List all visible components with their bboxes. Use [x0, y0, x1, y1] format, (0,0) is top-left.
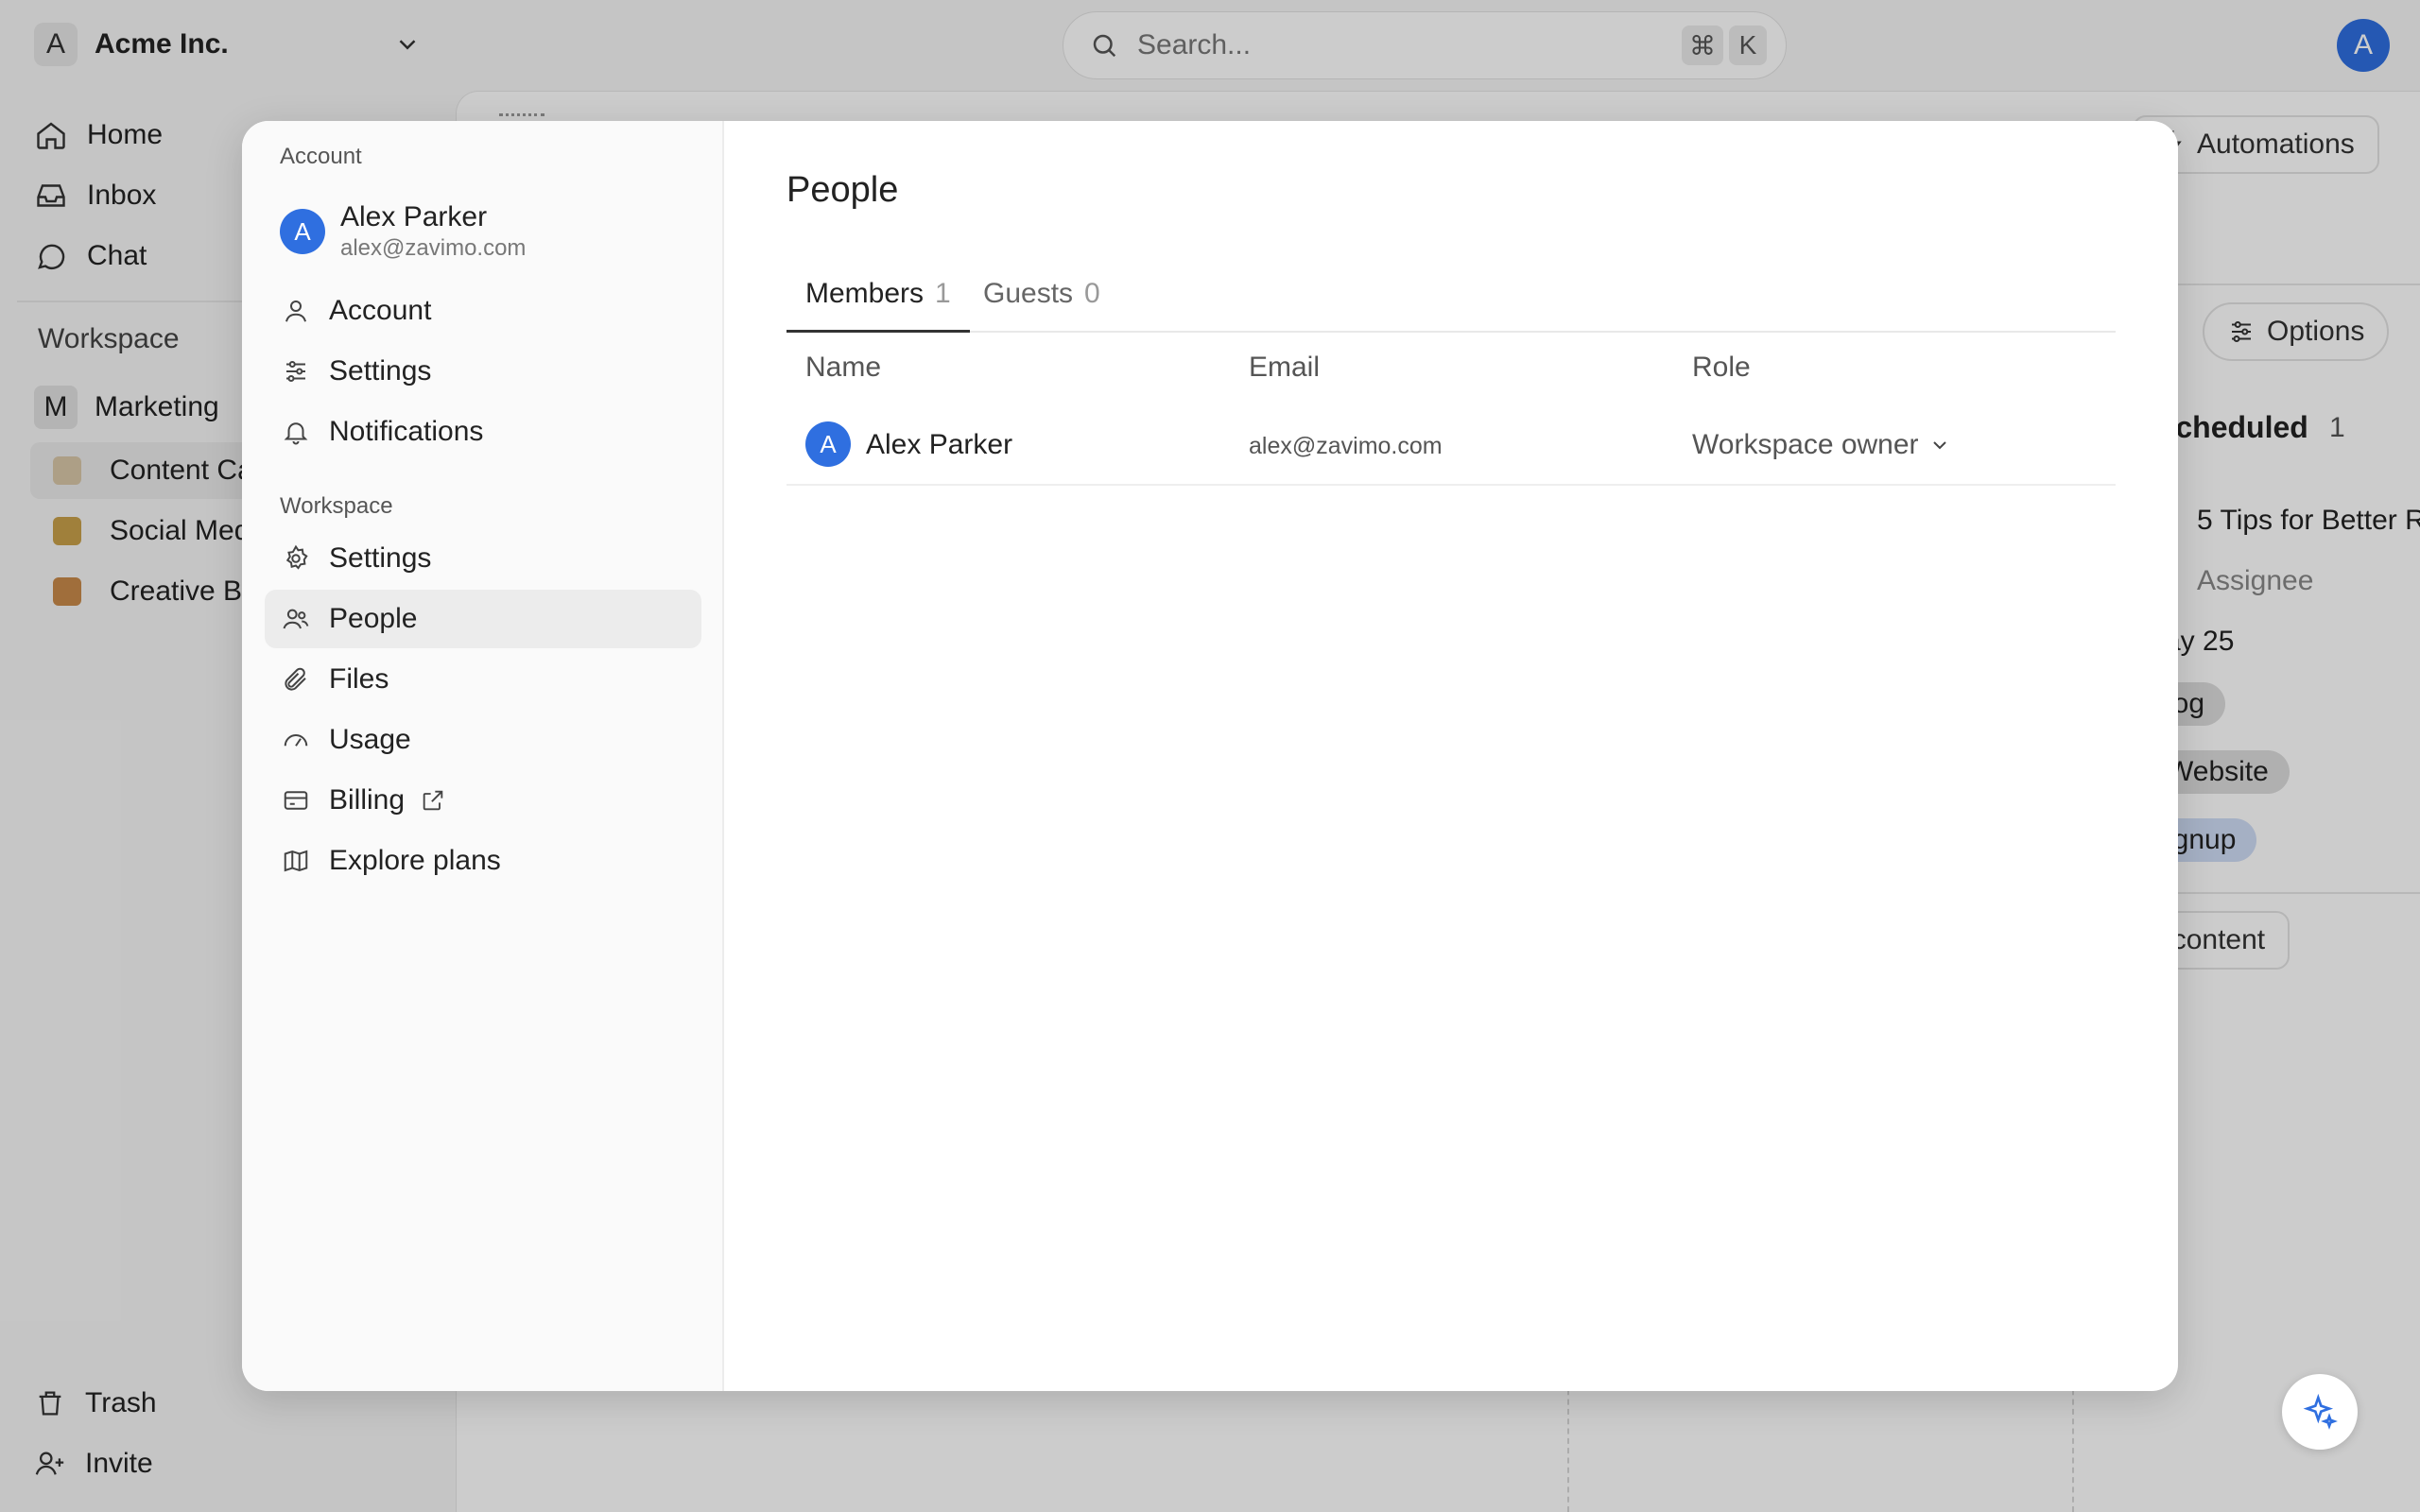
paperclip-icon — [285, 667, 306, 691]
column-header-role: Role — [1692, 352, 1751, 383]
settings-nav-people[interactable]: People — [265, 590, 701, 648]
avatar: A — [280, 209, 325, 254]
settings-nav-account[interactable]: Account — [265, 282, 701, 340]
settings-nav-label: Billing — [329, 784, 406, 816]
users-icon — [283, 609, 309, 629]
gauge-icon — [284, 734, 308, 747]
settings-nav-files[interactable]: Files — [265, 650, 701, 709]
chevron-down-icon — [1932, 441, 1946, 450]
people-tabs: Members 1 Guests 0 — [786, 272, 2116, 333]
settings-nav-workspace-settings[interactable]: Settings — [265, 529, 701, 588]
tab-guests[interactable]: Guests 0 — [983, 272, 1100, 333]
settings-nav-billing[interactable]: Billing — [265, 771, 701, 830]
role-value: Workspace owner — [1692, 429, 1919, 460]
settings-nav-settings[interactable]: Settings — [265, 342, 701, 401]
account-section-title: Account — [280, 144, 362, 169]
avatar: A — [805, 421, 851, 467]
member-name: Alex Parker — [866, 429, 1013, 460]
column-header-email: Email — [1249, 352, 1321, 383]
user-icon — [285, 301, 306, 322]
settings-nav-notifications[interactable]: Notifications — [265, 403, 701, 461]
role-dropdown[interactable]: Workspace owner — [1692, 429, 1951, 461]
tab-count: 1 — [935, 278, 951, 309]
settings-nav-label: Explore plans — [329, 845, 501, 876]
settings-nav-usage[interactable]: Usage — [265, 711, 701, 769]
bell-icon — [284, 422, 308, 445]
column-header-name: Name — [805, 352, 882, 383]
member-email: alex@zavimo.com — [1249, 433, 1443, 459]
settings-nav-label: Settings — [329, 542, 432, 574]
user-email: alex@zavimo.com — [340, 235, 527, 261]
settings-nav-explore-plans[interactable]: Explore plans — [265, 832, 701, 890]
settings-nav-label: Settings — [329, 355, 432, 387]
sparkle-icon — [2303, 1393, 2338, 1430]
table-row: A Alex Parker alex@zavimo.com Workspace … — [786, 408, 2116, 486]
settings-sidebar: Account A Alex Parker alex@zavimo.com Ac… — [242, 121, 724, 1391]
people-panel: People Members 1 Guests 0 Name Email Rol… — [724, 121, 2178, 1391]
tab-members[interactable]: Members 1 — [786, 272, 970, 333]
user-name: Alex Parker — [340, 201, 488, 232]
settings-nav-label: Usage — [329, 724, 411, 755]
settings-nav-label: Account — [329, 295, 432, 326]
gear-icon — [285, 544, 308, 570]
tab-label: Guests — [983, 278, 1074, 309]
settings-nav-label: Notifications — [329, 416, 484, 447]
sliders-icon — [286, 361, 305, 382]
workspace-section-title: Workspace — [280, 493, 393, 519]
external-link-icon — [423, 790, 443, 811]
tab-label: Members — [805, 278, 925, 309]
tab-count: 0 — [1084, 278, 1100, 309]
settings-nav-label: People — [329, 603, 418, 634]
map-icon — [284, 850, 308, 872]
credit-card-icon — [284, 791, 308, 810]
account-user-card: A Alex Parker alex@zavimo.com — [280, 200, 526, 263]
page-title: People — [786, 170, 899, 210]
settings-modal: Account A Alex Parker alex@zavimo.com Ac… — [242, 121, 2178, 1391]
settings-nav-label: Files — [329, 663, 389, 695]
ai-assistant-button[interactable] — [2282, 1374, 2358, 1450]
